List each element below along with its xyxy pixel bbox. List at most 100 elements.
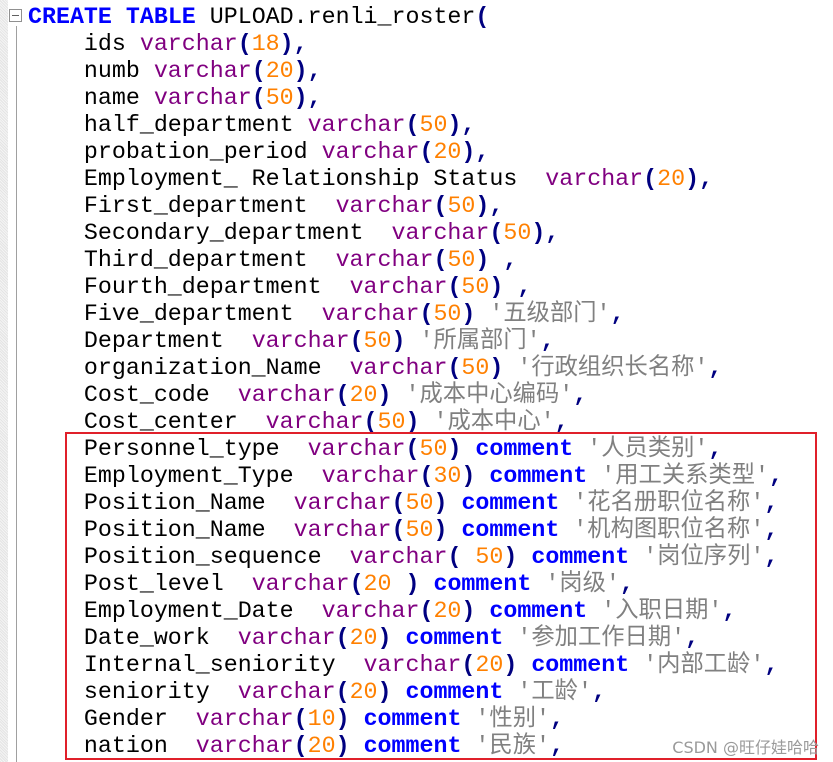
punctuation-token: ( <box>447 355 462 381</box>
code-line[interactable]: Employment_ Relationship Status varchar(… <box>28 166 783 193</box>
punctuation-token: ( <box>419 301 434 327</box>
type-token: varchar <box>391 220 490 246</box>
code-line[interactable]: ids varchar(18), <box>28 31 783 58</box>
string-token: '所属部门' <box>419 328 541 354</box>
keyword-token: CREATE <box>28 4 112 30</box>
punctuation-token: , <box>708 355 723 381</box>
punctuation-token: ), <box>279 31 308 57</box>
type-token: varchar <box>153 85 252 111</box>
type-token: varchar <box>349 274 448 300</box>
watermark: CSDN @旺仔娃哈哈 <box>672 738 819 757</box>
identifier-token <box>489 247 503 273</box>
identifier-token <box>503 274 517 300</box>
punctuation-token: ( <box>251 85 266 111</box>
punctuation-token: ( <box>419 139 434 165</box>
type-token: varchar <box>139 31 238 57</box>
code-line[interactable]: numb varchar(20), <box>28 58 783 85</box>
string-token: '行政组织长名称' <box>517 355 709 381</box>
number-token: 50 <box>461 274 490 300</box>
fold-collapse-icon[interactable] <box>9 9 22 22</box>
punctuation-token: ( <box>251 58 266 84</box>
punctuation-token: ), <box>475 193 504 219</box>
editor-margin <box>0 0 8 762</box>
punctuation-token: ( <box>447 274 462 300</box>
punctuation-token: ) <box>475 247 490 273</box>
code-line[interactable]: Fourth_department varchar(50) , <box>28 274 783 301</box>
identifier-token: Secondary_department <box>28 220 392 246</box>
punctuation-token: ), <box>685 166 714 192</box>
identifier-token: Department <box>28 328 252 354</box>
number-token: 20 <box>433 139 462 165</box>
punctuation-token: ), <box>461 139 490 165</box>
identifier-token: Cost_code <box>28 382 238 408</box>
string-token: '五级部门' <box>489 301 611 327</box>
identifier-token: probation_period <box>28 139 322 165</box>
punctuation-token: ) <box>489 274 504 300</box>
identifier-token: half_department <box>28 112 308 138</box>
type-token: varchar <box>349 355 448 381</box>
punctuation-token: ( <box>237 31 252 57</box>
punctuation-token: ( <box>335 382 350 408</box>
number-token: 50 <box>419 112 448 138</box>
punctuation-token: ) <box>391 328 406 354</box>
punctuation-token: , <box>517 274 532 300</box>
type-token: varchar <box>251 328 350 354</box>
code-line[interactable]: name varchar(50), <box>28 85 783 112</box>
code-line[interactable]: Five_department varchar(50) '五级部门', <box>28 301 783 328</box>
number-token: 50 <box>447 247 476 273</box>
identifier-token: Fourth_department <box>28 274 350 300</box>
number-token: 18 <box>251 31 280 57</box>
identifier-token: Third_department <box>28 247 336 273</box>
highlight-box <box>65 432 817 760</box>
code-line[interactable]: CREATE TABLE UPLOAD.renli_roster( <box>28 4 783 31</box>
punctuation-token: ), <box>447 112 476 138</box>
punctuation-token: ), <box>531 220 560 246</box>
identifier-token <box>112 4 126 30</box>
type-token: varchar <box>321 139 420 165</box>
punctuation-token: ), <box>293 85 322 111</box>
punctuation-token: ( <box>489 220 504 246</box>
punctuation-token: ( <box>643 166 658 192</box>
number-token: 20 <box>349 382 378 408</box>
type-token: varchar <box>237 382 336 408</box>
identifier-token <box>475 301 489 327</box>
number-token: 50 <box>363 328 392 354</box>
punctuation-token: ) <box>461 301 476 327</box>
code-line[interactable]: First_department varchar(50), <box>28 193 783 220</box>
type-token: varchar <box>321 301 420 327</box>
number-token: 50 <box>503 220 532 246</box>
number-token: 20 <box>265 58 294 84</box>
code-line[interactable]: half_department varchar(50), <box>28 112 783 139</box>
identifier-token <box>406 328 420 354</box>
identifier-token: Employment_ Relationship Status <box>28 166 546 192</box>
identifier-token: organization_Name <box>28 355 350 381</box>
number-token: 50 <box>265 85 294 111</box>
identifier-token <box>503 355 517 381</box>
identifier-token: ids <box>28 31 140 57</box>
string-token: '成本中心编码' <box>405 382 574 408</box>
code-line[interactable]: Department varchar(50) '所属部门', <box>28 328 783 355</box>
punctuation-token: ) <box>377 382 392 408</box>
punctuation-token: , <box>540 328 555 354</box>
keyword-token: TABLE <box>125 4 196 30</box>
punctuation-token: , <box>503 247 518 273</box>
code-line[interactable]: Secondary_department varchar(50), <box>28 220 783 247</box>
identifier-token: numb <box>28 58 154 84</box>
identifier-token: name <box>28 85 154 111</box>
punctuation-token: ( <box>475 4 490 30</box>
punctuation-token: ) <box>489 355 504 381</box>
number-token: 20 <box>657 166 686 192</box>
punctuation-token: , <box>610 301 625 327</box>
identifier-token <box>392 382 406 408</box>
type-token: varchar <box>545 166 644 192</box>
punctuation-token: , <box>573 382 588 408</box>
code-line[interactable]: organization_Name varchar(50) '行政组织长名称', <box>28 355 783 382</box>
code-line[interactable]: Cost_code varchar(20) '成本中心编码', <box>28 382 783 409</box>
code-line[interactable]: Third_department varchar(50) , <box>28 247 783 274</box>
number-token: 50 <box>461 355 490 381</box>
code-line[interactable]: probation_period varchar(20), <box>28 139 783 166</box>
identifier-token: Five_department <box>28 301 322 327</box>
number-token: 50 <box>447 193 476 219</box>
punctuation-token: ), <box>293 58 322 84</box>
type-token: varchar <box>307 112 406 138</box>
